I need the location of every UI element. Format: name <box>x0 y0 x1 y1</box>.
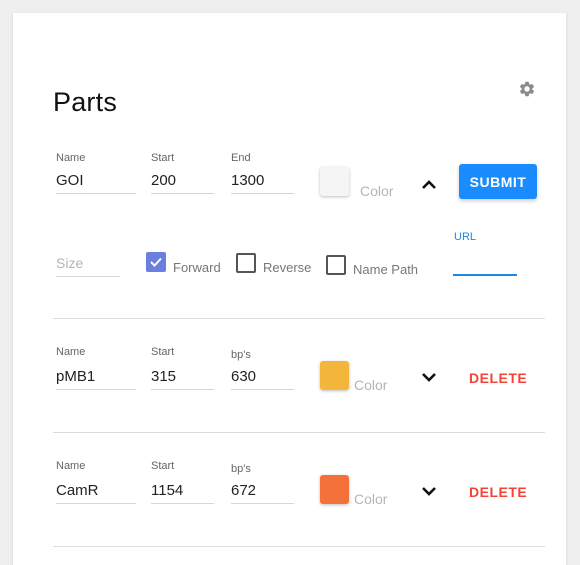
delete-button[interactable]: DELETE <box>469 370 527 386</box>
name-input[interactable]: pMB1 <box>56 368 95 385</box>
start-input[interactable]: 200 <box>151 172 176 189</box>
name-underline <box>56 389 136 390</box>
color-placeholder: Color <box>354 491 388 507</box>
page-title: Parts <box>53 87 118 117</box>
start-label: Start <box>151 346 175 358</box>
size-placeholder: Size <box>56 255 84 271</box>
divider <box>53 432 545 433</box>
start-underline <box>151 193 214 194</box>
start-input[interactable]: 1154 <box>151 482 183 499</box>
start-label: Start <box>151 460 175 472</box>
color-swatch[interactable] <box>320 361 349 390</box>
forward-label: Forward <box>173 260 221 275</box>
name-label: Name <box>56 460 86 472</box>
divider <box>53 546 545 547</box>
end-input[interactable]: 1300 <box>231 172 264 189</box>
delete-button[interactable]: DELETE <box>469 484 527 500</box>
name-label: Name <box>56 152 86 164</box>
color-swatch[interactable] <box>320 475 349 504</box>
start-underline <box>151 503 214 504</box>
name-underline <box>56 193 136 194</box>
name-label: Name <box>56 346 86 358</box>
name-underline <box>56 503 136 504</box>
chevron-down-icon[interactable] <box>421 485 437 497</box>
color-placeholder: Color <box>354 377 388 393</box>
bps-underline <box>231 389 294 390</box>
url-label: URL <box>454 231 477 243</box>
divider <box>53 318 545 319</box>
name-path-label: Name Path <box>353 262 419 277</box>
name-path-checkbox[interactable] <box>326 255 346 275</box>
gear-icon[interactable] <box>518 80 536 98</box>
parts-card: Parts Name GOI Start 200 End 1300 Color … <box>13 13 566 565</box>
name-input[interactable]: CamR <box>56 482 99 499</box>
submit-button[interactable]: SUBMIT <box>459 164 537 199</box>
start-label: Start <box>151 152 175 164</box>
start-input[interactable]: 315 <box>151 368 176 385</box>
check-icon <box>150 257 162 267</box>
end-label: End <box>231 152 251 164</box>
chevron-down-icon[interactable] <box>421 371 437 383</box>
color-swatch[interactable] <box>320 167 349 196</box>
name-input[interactable]: GOI <box>56 172 84 189</box>
chevron-up-icon[interactable] <box>421 178 437 190</box>
end-underline <box>231 193 294 194</box>
color-placeholder: Color <box>360 183 394 199</box>
bps-label: bp's <box>231 349 251 361</box>
bps-input[interactable]: 630 <box>231 368 256 385</box>
bps-input[interactable]: 672 <box>231 482 256 499</box>
start-underline <box>151 389 214 390</box>
url-input[interactable] <box>453 274 517 276</box>
bps-label: bp's <box>231 463 251 475</box>
forward-checkbox[interactable] <box>146 252 166 272</box>
size-underline[interactable] <box>56 276 120 277</box>
bps-underline <box>231 503 294 504</box>
reverse-label: Reverse <box>263 260 312 275</box>
reverse-checkbox[interactable] <box>236 253 256 273</box>
